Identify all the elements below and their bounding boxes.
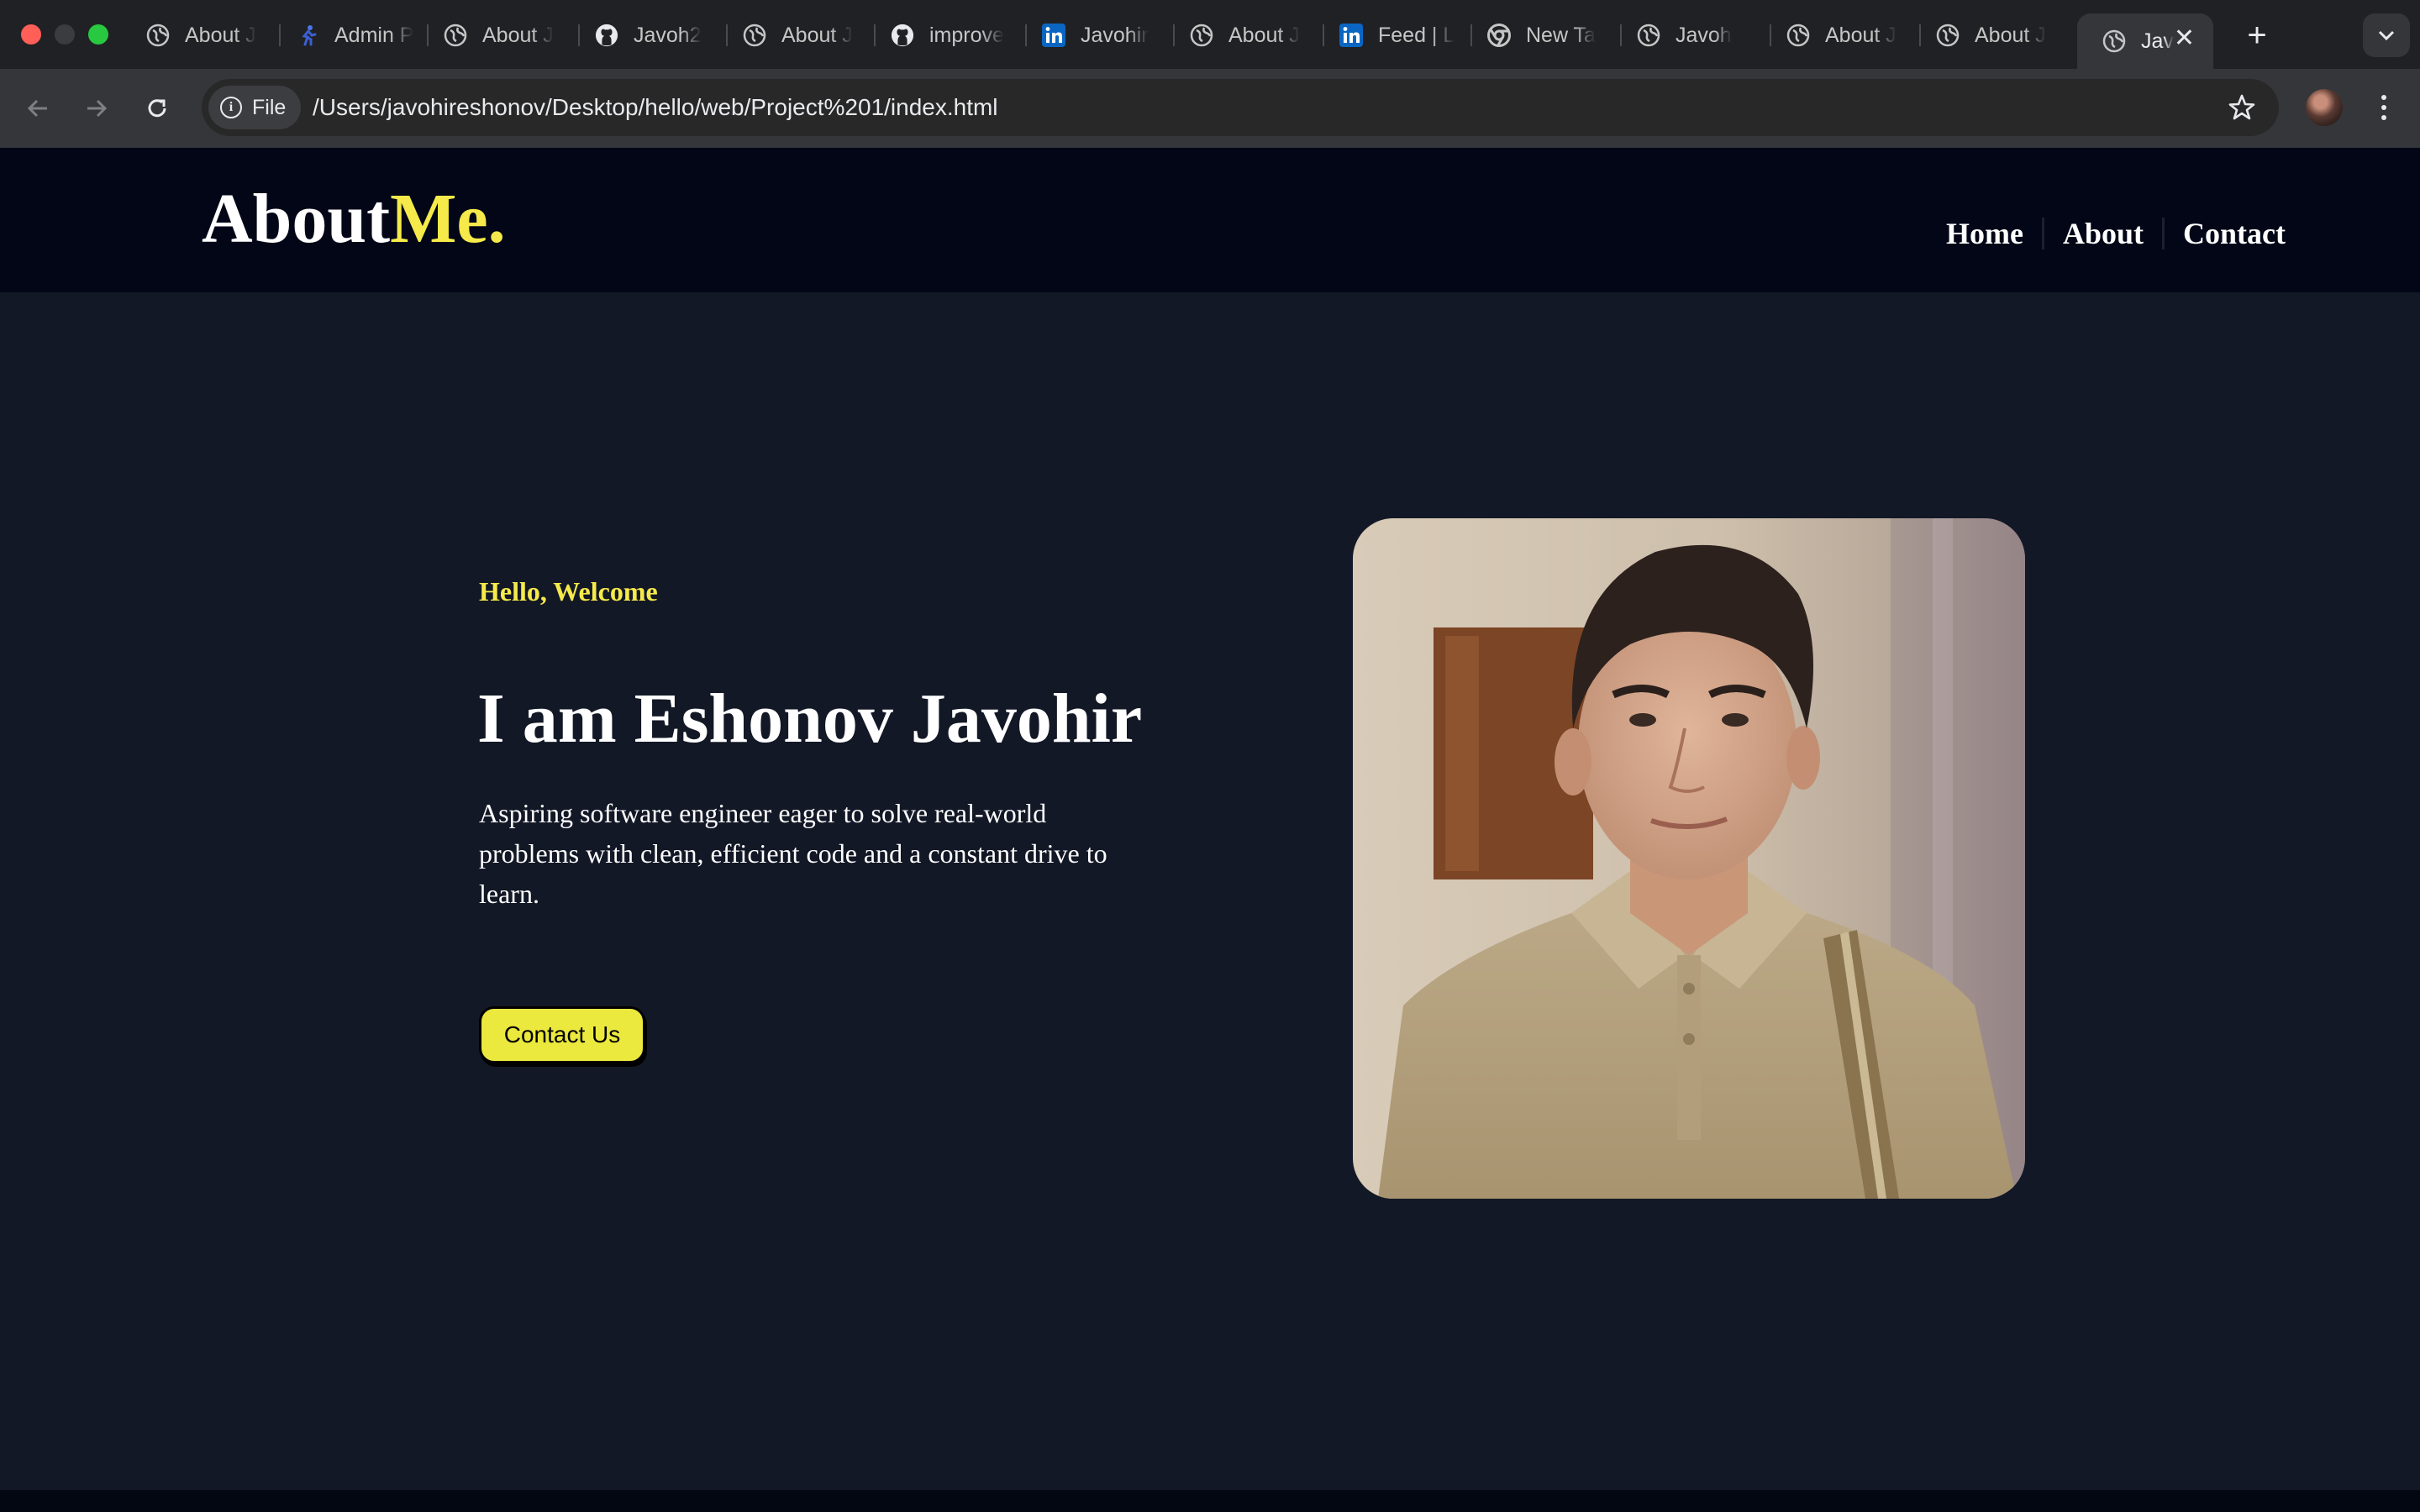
browser-tab-bar: About J Admin P About J Javoh2 About J improv… xyxy=(0,0,2420,69)
tab-label: Admin P xyxy=(334,23,413,47)
globe-icon xyxy=(444,24,467,47)
nav-about[interactable]: About xyxy=(2063,213,2144,254)
tab-search-button[interactable] xyxy=(2363,13,2410,57)
tab-item[interactable]: About J xyxy=(146,13,264,57)
tab-label: Jav xyxy=(2141,29,2174,53)
back-button[interactable] xyxy=(17,87,59,129)
tab-separator xyxy=(1919,24,1921,46)
nav-divider xyxy=(2041,218,2044,249)
hero-bio: Aspiring software engineer eager to solv… xyxy=(479,798,1107,909)
nav-home[interactable]: Home xyxy=(1946,213,2023,254)
tab-item[interactable]: New Ta xyxy=(1487,13,1605,57)
tab-item[interactable]: Javoh2 xyxy=(595,13,713,57)
tab-item[interactable]: Feed | L xyxy=(1339,13,1457,57)
tab-item[interactable]: About J xyxy=(1786,13,1904,57)
profile-photo xyxy=(1353,518,2025,1199)
close-tab-icon[interactable]: ✕ xyxy=(2174,24,2195,53)
figure-icon xyxy=(296,24,319,47)
tab-label: Javoh2 xyxy=(634,23,702,47)
site-nav: Home About Contact xyxy=(1946,213,2286,254)
hero-headline: I am Eshonov Javohir xyxy=(477,680,1143,758)
tab-separator xyxy=(427,24,429,46)
tab-separator xyxy=(1770,24,1771,46)
url-text[interactable]: /Users/javohireshonov/Desktop/hello/web/… xyxy=(313,89,998,126)
window-zoom-button[interactable] xyxy=(88,24,108,45)
globe-icon xyxy=(1190,24,1213,47)
logo-accent: Me. xyxy=(390,180,506,258)
tab-label: About J xyxy=(781,23,853,47)
linkedin-icon xyxy=(1339,24,1363,47)
globe-icon xyxy=(2102,29,2126,53)
globe-icon xyxy=(1637,24,1660,47)
tab-item[interactable]: improve xyxy=(891,13,1008,57)
hero-section xyxy=(0,292,2420,1490)
github-icon xyxy=(595,24,618,47)
tab-label: About J xyxy=(1825,23,1897,47)
reload-icon xyxy=(148,99,166,118)
bookmark-star-button[interactable] xyxy=(2222,87,2262,128)
tab-label: Javoh xyxy=(1676,23,1732,47)
tab-item[interactable]: About J xyxy=(1190,13,1307,57)
nav-divider xyxy=(2162,218,2165,249)
globe-icon xyxy=(1786,24,1810,47)
site-info-chip[interactable]: i File xyxy=(208,86,301,129)
tab-label: About J xyxy=(185,23,256,47)
profile-avatar[interactable] xyxy=(2306,89,2343,126)
star-icon xyxy=(2228,94,2255,120)
hero-greeting: Hello, Welcome xyxy=(479,576,658,606)
tab-label: Javohir xyxy=(1081,23,1149,47)
tab-label: New Ta xyxy=(1526,23,1596,47)
tab-item[interactable]: Admin P xyxy=(296,13,413,57)
nav-contact[interactable]: Contact xyxy=(2183,213,2286,254)
site-logo[interactable]: AboutMe. xyxy=(202,179,506,260)
globe-icon xyxy=(743,24,766,47)
tab-separator xyxy=(726,24,728,46)
globe-icon xyxy=(1936,24,1960,47)
tab-active[interactable]: Jav ✕ xyxy=(2077,13,2213,69)
reload-button[interactable] xyxy=(136,87,178,129)
tab-separator xyxy=(874,24,876,46)
tab-separator xyxy=(1173,24,1175,46)
tab-item[interactable]: Javoh xyxy=(1637,13,1754,57)
tab-separator xyxy=(1620,24,1622,46)
chevron-down-icon xyxy=(2378,30,2395,41)
chrome-icon xyxy=(1487,24,1511,47)
window-close-button[interactable] xyxy=(21,24,41,45)
tab-item[interactable]: About J xyxy=(444,13,561,57)
site-info-label: File xyxy=(252,95,287,119)
window-minimize-button[interactable] xyxy=(55,24,75,45)
linkedin-icon xyxy=(1042,24,1065,47)
tab-label: About J xyxy=(1975,23,2046,47)
forward-button[interactable] xyxy=(76,87,118,129)
new-tab-button[interactable]: + xyxy=(2235,13,2279,57)
tab-separator xyxy=(279,24,281,46)
github-icon xyxy=(891,24,914,47)
tab-separator xyxy=(1470,24,1472,46)
globe-icon xyxy=(146,24,170,47)
arrow-right-icon xyxy=(87,99,108,118)
tab-separator xyxy=(578,24,580,46)
logo-main: About xyxy=(202,180,391,258)
tab-item[interactable]: About J xyxy=(1936,13,2054,57)
contact-us-button[interactable]: Contact Us xyxy=(479,1006,645,1063)
tab-label: Feed | L xyxy=(1378,23,1455,47)
tab-label: About J xyxy=(482,23,554,47)
tab-label: About J xyxy=(1228,23,1300,47)
tab-item[interactable]: Javohir xyxy=(1042,13,1160,57)
browser-menu-button[interactable] xyxy=(2371,87,2396,128)
arrow-left-icon xyxy=(27,99,47,118)
tab-separator xyxy=(1323,24,1324,46)
page-bottom-strip xyxy=(0,1490,2420,1512)
tab-separator xyxy=(1025,24,1027,46)
tab-item[interactable]: About J xyxy=(743,13,860,57)
info-icon: i xyxy=(220,97,242,118)
tab-label: improve xyxy=(929,23,1004,47)
